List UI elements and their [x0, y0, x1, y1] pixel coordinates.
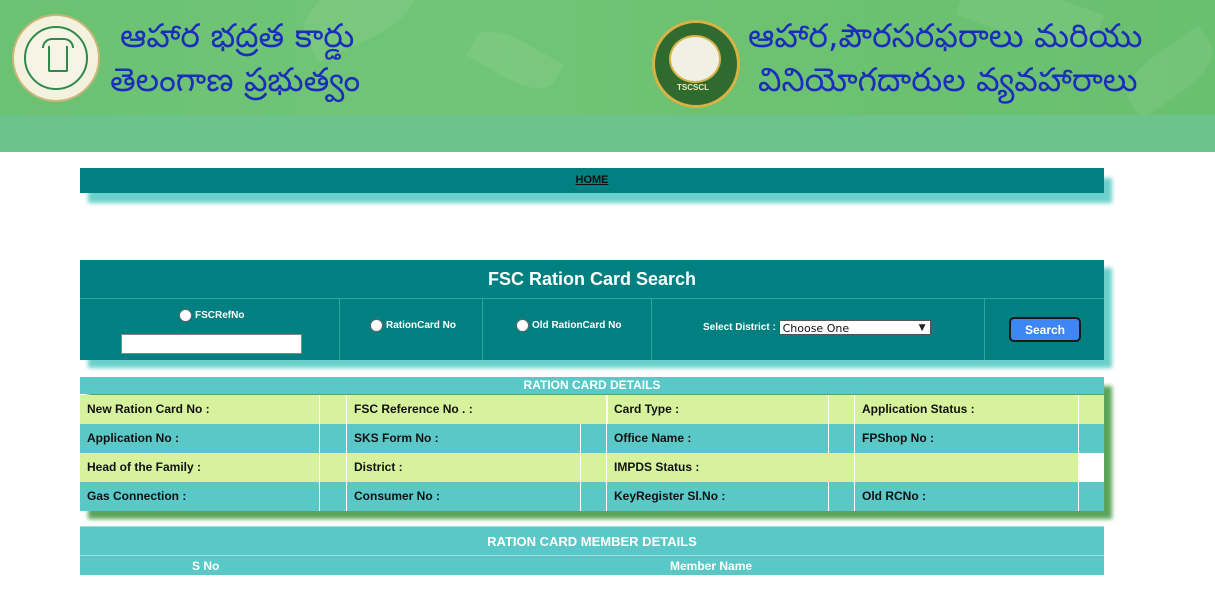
details-label: FSC Reference No . :: [347, 395, 607, 424]
left-title-line1: ఆహార భద్రత కార్డు: [120, 16, 355, 55]
details-value: [320, 424, 347, 453]
old-rationcard-option: Old RationCard No: [516, 319, 621, 332]
column-header-sno: S No: [192, 559, 220, 573]
right-title-line2: వినియోగదారుల వ్యవహారాలు: [758, 60, 1138, 99]
details-value: [581, 424, 607, 453]
fscrefno-radio[interactable]: [179, 309, 192, 322]
district-selected-value: Choose One: [782, 322, 850, 335]
right-title-line1: ఆహార,పౌరసరఫరాలు మరియు: [748, 16, 1143, 55]
details-label: Gas Connection :: [80, 482, 320, 511]
details-value: [829, 395, 855, 424]
district-field: Select District : Choose One ▼: [703, 320, 931, 335]
district-label: Select District :: [703, 322, 776, 334]
details-label: KeyRegister Sl.No :: [607, 482, 829, 511]
details-value: [1079, 424, 1104, 453]
emblem-inner-ring: [24, 26, 88, 90]
details-label: Application No :: [80, 424, 320, 453]
details-value: [1079, 395, 1104, 424]
details-value: [320, 453, 347, 482]
telangana-emblem-logo: [12, 14, 100, 102]
details-row: Head of the Family : District : IMPDS St…: [80, 453, 1104, 482]
fscrefno-label: FSCRefNo: [195, 310, 245, 322]
details-label: [855, 453, 1079, 482]
details-label: Head of the Family :: [80, 453, 320, 482]
nav-bar: HOME: [80, 168, 1104, 193]
banner-leaf-decoration: [466, 20, 564, 100]
left-title: ఆహార భద్రత కార్డు తెలంగాణ ప్రభుత్వం: [110, 14, 360, 102]
left-title-line2: తెలంగాణ ప్రభుత్వం: [110, 60, 361, 99]
home-link[interactable]: HOME: [576, 174, 609, 186]
rationcard-cell: RationCard No: [340, 299, 483, 360]
old-rationcard-radio[interactable]: [516, 319, 529, 332]
search-button[interactable]: Search: [1009, 317, 1081, 342]
details-label: Application Status :: [855, 395, 1079, 424]
details-row: Gas Connection : Consumer No : KeyRegist…: [80, 482, 1104, 511]
details-value: [1079, 482, 1104, 511]
details-value: [829, 482, 855, 511]
search-button-cell: Search: [985, 299, 1104, 360]
ration-card-details: RATION CARD DETAILS New Ration Card No :…: [80, 377, 1104, 511]
details-empty-cell: [1079, 453, 1104, 482]
old-rationcard-label: Old RationCard No: [532, 320, 622, 332]
details-label: District :: [347, 453, 581, 482]
details-value: [320, 482, 347, 511]
search-panel: FSC Ration Card Search FSCRefNo RationCa…: [80, 260, 1104, 360]
district-select[interactable]: Choose One ▼: [778, 320, 931, 335]
details-label: New Ration Card No :: [80, 395, 320, 424]
district-cell: Select District : Choose One ▼: [652, 299, 985, 360]
rationcard-label: RationCard No: [386, 320, 456, 332]
search-panel-title: FSC Ration Card Search: [80, 260, 1104, 299]
fscrefno-cell: FSCRefNo: [80, 299, 340, 360]
details-label: FPShop No :: [855, 424, 1079, 453]
details-row: New Ration Card No : FSC Reference No . …: [80, 395, 1104, 424]
details-label: IMPDS Status :: [607, 453, 855, 482]
details-value: [581, 482, 607, 511]
details-label: Old RCNo :: [855, 482, 1079, 511]
details-value: [320, 395, 347, 424]
details-title: RATION CARD DETAILS: [80, 377, 1104, 394]
details-value: [581, 453, 607, 482]
right-title: ఆహార,పౌరసరఫరాలు మరియు వినియోగదారుల వ్యవహ…: [748, 14, 1142, 102]
header-banner: ఆహార భద్రత కార్డు తెలంగాణ ప్రభుత్వం TSCS…: [0, 0, 1215, 152]
tscscl-logo-center: [669, 35, 721, 83]
details-label: Office Name :: [607, 424, 829, 453]
details-row: Application No : SKS Form No : Office Na…: [80, 424, 1104, 453]
column-header-member-name: Member Name: [670, 559, 753, 573]
fscrefno-input[interactable]: [121, 334, 302, 354]
member-details: RATION CARD MEMBER DETAILS S No Member N…: [80, 526, 1104, 575]
details-label: SKS Form No :: [347, 424, 581, 453]
banner-band: [0, 115, 1215, 152]
chevron-down-icon: ▼: [918, 323, 926, 333]
rationcard-radio[interactable]: [370, 319, 383, 332]
tscscl-logo-label: TSCSCL: [677, 83, 709, 92]
details-label: Card Type :: [607, 395, 829, 424]
details-label: Consumer No :: [347, 482, 581, 511]
tscscl-logo: TSCSCL: [652, 20, 740, 108]
member-details-title: RATION CARD MEMBER DETAILS: [80, 526, 1104, 556]
rationcard-option: RationCard No: [370, 319, 456, 332]
old-rationcard-cell: Old RationCard No: [483, 299, 652, 360]
charminar-icon: [42, 38, 74, 72]
details-value: [829, 424, 855, 453]
fscrefno-option: FSCRefNo: [179, 309, 244, 322]
